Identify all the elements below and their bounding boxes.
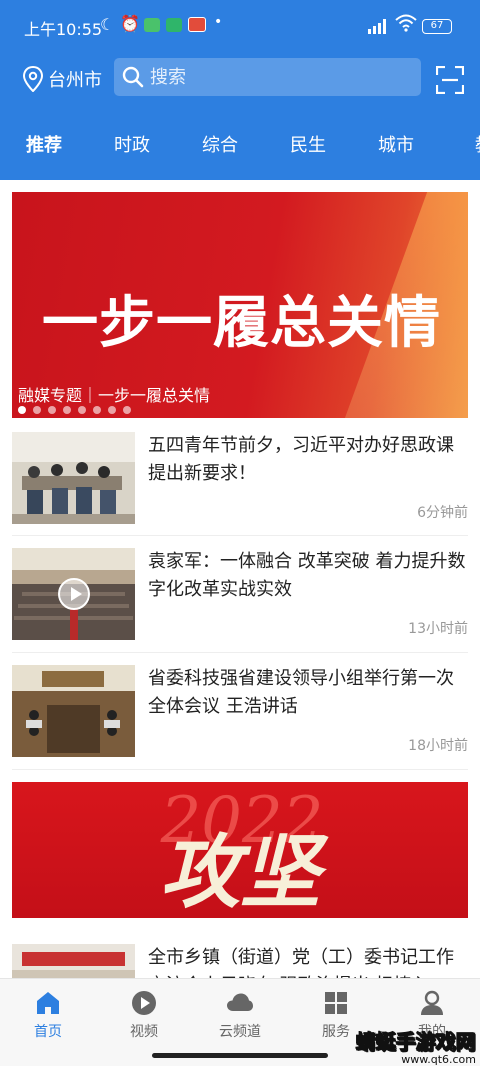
play-icon[interactable] (58, 578, 90, 610)
tab-recommend[interactable]: 推荐 (0, 128, 88, 180)
news-thumbnail (12, 944, 135, 978)
grid-icon (325, 992, 347, 1014)
scan-icon[interactable] (436, 66, 464, 94)
feature-banner[interactable]: 2022 攻坚 (12, 782, 468, 918)
location-pin-icon (22, 66, 44, 92)
battery-icon: 67 (422, 19, 452, 34)
banner-headline: 一步一履总关情 (42, 290, 441, 356)
carousel-dot (78, 406, 86, 414)
tab-politics[interactable]: 时政 (88, 128, 176, 180)
channel-tabs: 推荐 时政 综合 民生 城市 教 (0, 128, 480, 180)
news-title: 全市乡镇（街道）党（工）委书记工作交流会上目晓在 强政治提出 担捧入 (148, 947, 454, 978)
news-time: 6分钟前 (417, 505, 468, 521)
more-notifications-icon: • (214, 14, 223, 30)
news-title: 袁家军：一体融合 改革突破 着力提升数字化改革实战实效 (148, 551, 466, 600)
news-title: 五四青年节前夕，习近平对办好思政课提出新要求！ (148, 435, 454, 484)
banner-calligraphy: 攻坚 (160, 825, 329, 918)
carousel-dot (63, 406, 71, 414)
status-bar: 上午10:55 ☾ ⏰ • 67 (0, 0, 480, 50)
status-time: 上午10:55 (24, 20, 103, 39)
feed[interactable]: 一步一履总关情 融媒专题｜一步一履总关情 五四青年节前夕，习近平对办好思政课提出… (0, 180, 480, 978)
user-icon (421, 990, 443, 1015)
app-header: 台州市 推荐 时政 综合 民生 城市 教 (0, 50, 480, 180)
carousel-indicator (18, 406, 138, 414)
news-thumbnail (12, 432, 135, 524)
tab-city[interactable]: 城市 (352, 128, 440, 180)
play-circle-icon (132, 991, 156, 1015)
location-selector[interactable]: 台州市 (22, 64, 102, 94)
watermark-title: 蜻蜓手游戏网 (356, 1030, 477, 1055)
nav-cloud-channel[interactable]: 云频道 (200, 989, 280, 1041)
nav-video-label: 视频 (130, 1024, 158, 1040)
cloud-icon (227, 993, 253, 1011)
site-watermark: 蜻蜓手游戏网 www.qt6.com (336, 1026, 477, 1066)
wifi-icon (395, 14, 417, 36)
calligraphy-art: 2022 攻坚 (160, 784, 329, 918)
nav-cloud-channel-label: 云频道 (219, 1024, 261, 1040)
news-time: 13小时前 (408, 621, 468, 637)
search-input[interactable] (150, 66, 390, 88)
carousel-dot (108, 406, 116, 414)
carousel-dot (18, 406, 26, 414)
banner-caption: 融媒专题｜一步一履总关情 (18, 386, 211, 405)
security-notification-icon (166, 18, 182, 32)
tab-livelihood[interactable]: 民生 (264, 128, 352, 180)
news-item[interactable]: 袁家军：一体融合 改革突破 着力提升数字化改革实战实效 13小时前 (12, 548, 468, 652)
search-bar[interactable] (114, 58, 421, 96)
news-item[interactable]: 省委科技强省建设领导小组举行第一次全体会议 王浩讲话 18小时前 (12, 665, 468, 769)
divider (12, 652, 468, 653)
news-thumbnail (12, 665, 135, 757)
gesture-home-bar[interactable] (152, 1053, 328, 1058)
nav-home[interactable]: 首页 (8, 989, 88, 1041)
search-icon (122, 66, 144, 88)
nav-video[interactable]: 视频 (104, 989, 184, 1041)
home-icon (37, 992, 59, 1014)
wechat-notification-icon (144, 18, 160, 32)
cellular-signal-icon (368, 19, 386, 34)
location-label: 台州市 (48, 70, 102, 91)
carousel-dot (48, 406, 56, 414)
tab-education[interactable]: 教 (440, 128, 480, 180)
carousel-dot (93, 406, 101, 414)
nav-home-label: 首页 (34, 1024, 62, 1040)
banner-carousel[interactable]: 一步一履总关情 融媒专题｜一步一履总关情 (12, 192, 468, 418)
news-item[interactable]: 全市乡镇（街道）党（工）委书记工作交流会上目晓在 强政治提出 担捧入 (12, 944, 468, 978)
tab-general[interactable]: 综合 (176, 128, 264, 180)
news-item[interactable]: 五四青年节前夕，习近平对办好思政课提出新要求！ 6分钟前 (12, 432, 468, 536)
divider (12, 535, 468, 536)
divider (12, 769, 468, 770)
do-not-disturb-icon: ☾ (100, 15, 115, 34)
news-title: 省委科技强省建设领导小组举行第一次全体会议 王浩讲话 (148, 668, 454, 717)
carousel-dot (33, 406, 41, 414)
carousel-dot (123, 406, 131, 414)
alarm-icon: ⏰ (120, 14, 140, 33)
app-notification-icon (188, 17, 206, 32)
news-thumbnail (12, 548, 135, 640)
news-time: 18小时前 (408, 738, 468, 754)
